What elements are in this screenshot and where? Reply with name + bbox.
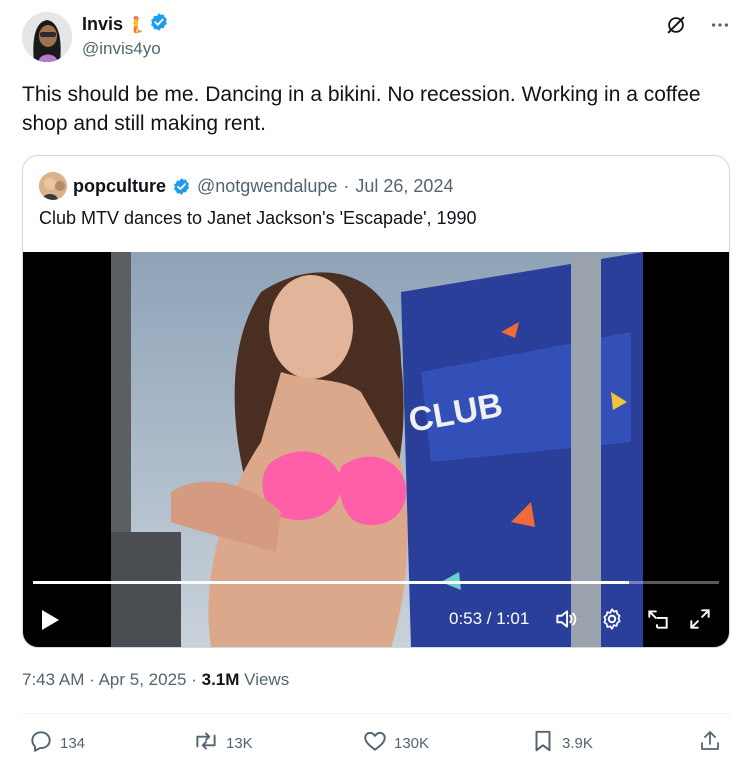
author-name-emoji: 🧜 xyxy=(126,16,146,34)
play-icon[interactable] xyxy=(39,608,61,637)
author-display-name[interactable]: Invis xyxy=(82,14,123,35)
author-avatar[interactable] xyxy=(22,12,72,62)
tweet-date[interactable]: Apr 5, 2025 xyxy=(99,670,187,689)
video-progress-fill xyxy=(33,581,630,584)
quoted-separator: · xyxy=(343,175,350,196)
tweet-time[interactable]: 7:43 AM xyxy=(22,670,84,689)
more-icon[interactable] xyxy=(709,14,731,36)
bookmark-count: 3.9K xyxy=(562,734,593,752)
bookmark-icon xyxy=(530,728,556,758)
like-button[interactable]: 130K xyxy=(362,728,429,758)
volume-icon[interactable] xyxy=(553,606,579,637)
video-frame: CLUB xyxy=(111,252,643,647)
quoted-date[interactable]: Jul 26, 2024 xyxy=(355,176,453,197)
repost-icon xyxy=(192,728,220,758)
repost-count: 13K xyxy=(226,734,253,752)
verified-badge-icon xyxy=(149,12,169,37)
quoted-display-name[interactable]: popculture xyxy=(73,176,166,197)
meta-separator: · xyxy=(191,670,197,689)
video-progress-bar[interactable] xyxy=(33,581,719,584)
share-button[interactable] xyxy=(698,728,722,758)
reply-icon xyxy=(28,728,54,758)
meta-separator: · xyxy=(89,670,95,689)
quoted-tweet[interactable]: popculture @notgwendalupe · Jul 26, 2024… xyxy=(22,155,730,648)
pip-icon[interactable] xyxy=(645,606,671,637)
tweet-text: This should be me. Dancing in a bikini. … xyxy=(22,83,701,135)
reply-button[interactable]: 134 xyxy=(28,728,85,758)
fullscreen-icon[interactable] xyxy=(687,606,713,637)
settings-icon[interactable] xyxy=(599,606,625,637)
views-count: 3.1M xyxy=(201,670,240,689)
author-handle[interactable]: @invis4yo xyxy=(82,39,161,59)
quoted-author-avatar[interactable] xyxy=(39,172,67,200)
like-icon xyxy=(362,728,388,758)
bookmark-button[interactable]: 3.9K xyxy=(530,728,593,758)
like-count: 130K xyxy=(394,734,430,752)
share-icon xyxy=(698,728,722,758)
divider xyxy=(22,713,731,714)
views-label: Views xyxy=(244,670,290,689)
grok-icon[interactable] xyxy=(665,14,687,36)
tweet-timestamp: 7:43 AM · Apr 5, 2025 · 3.1M Views xyxy=(22,670,289,690)
reply-count: 134 xyxy=(60,734,86,752)
video-player[interactable]: CLUB 0:53 / 1:01 xyxy=(23,252,729,647)
verified-badge-icon xyxy=(172,177,191,196)
repost-button[interactable]: 13K xyxy=(192,728,253,758)
quoted-text: Club MTV dances to Janet Jackson's 'Esca… xyxy=(39,208,477,228)
quoted-handle[interactable]: @notgwendalupe xyxy=(197,176,337,197)
video-timecode: 0:53 / 1:01 xyxy=(449,609,530,628)
action-bar: 134 13K 130K 3.9K xyxy=(0,728,749,758)
